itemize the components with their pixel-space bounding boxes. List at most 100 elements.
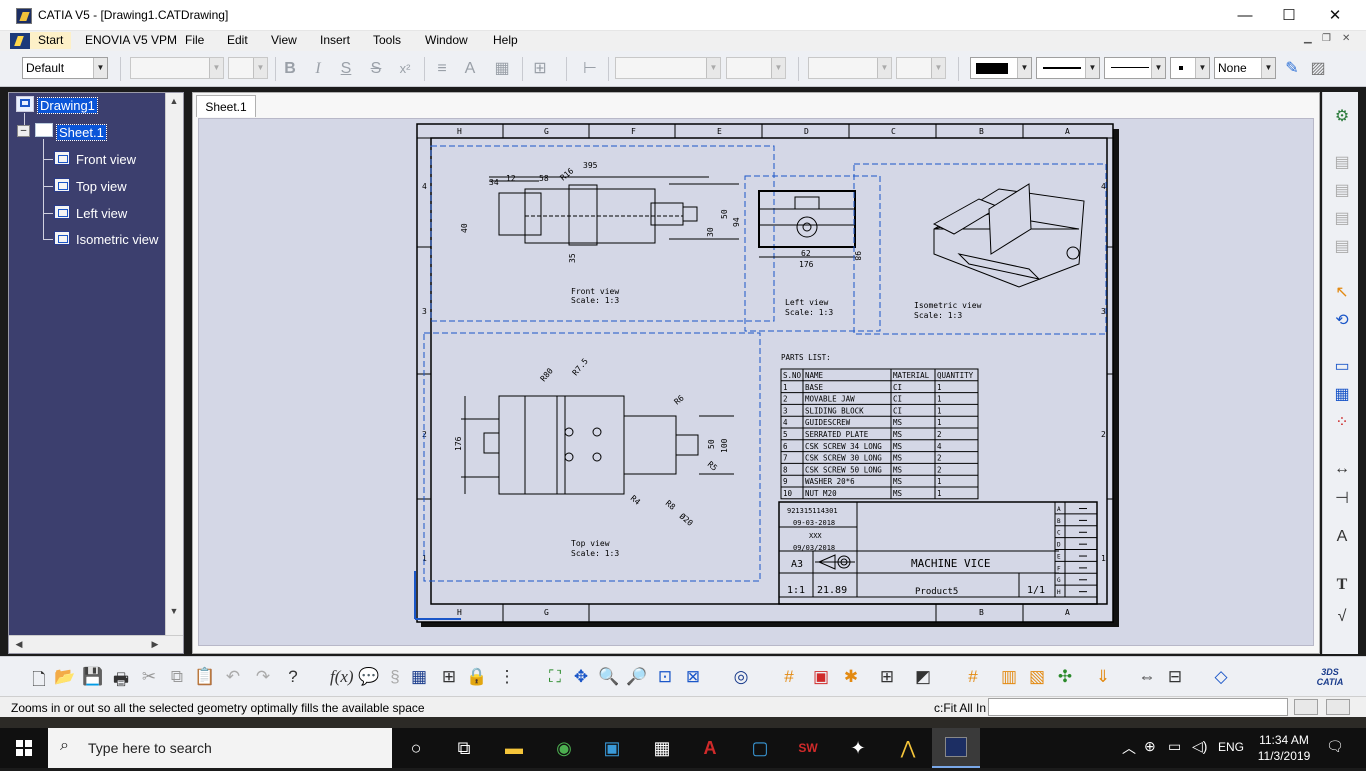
line-thickness-combo[interactable]: ▼ (1036, 57, 1100, 79)
network-icon[interactable]: ⊕ (1144, 738, 1156, 755)
linetype-combo[interactable]: ▼ (1104, 57, 1166, 79)
precision-combo[interactable]: ▼ (896, 57, 946, 79)
superscript-button[interactable]: x² (395, 60, 415, 78)
color-combo[interactable]: ▼ (970, 57, 1032, 79)
sketch-grid-icon[interactable]: # (962, 667, 984, 687)
catia-taskbar-button[interactable] (932, 728, 980, 768)
formula-icon[interactable]: f(x) (330, 667, 354, 687)
export-icon[interactable]: ⊟ (1164, 667, 1186, 687)
catia-app-icon[interactable] (16, 8, 32, 24)
tray-chevron-icon[interactable]: ︿ (1122, 738, 1136, 758)
autocad-icon[interactable]: A (698, 736, 722, 760)
roughness-icon[interactable]: √ (1331, 608, 1353, 626)
menu-enovia[interactable]: ENOVIA V5 VPM (85, 33, 177, 47)
menu-start[interactable]: Start (30, 32, 72, 49)
volume-icon[interactable]: ◁) (1192, 738, 1207, 755)
copy-format-icon[interactable]: ✎ (1282, 60, 1302, 78)
projection-view-icon[interactable]: ▦ (1331, 384, 1353, 404)
style-combo[interactable]: Default ▼ (22, 57, 108, 79)
redo-icon[interactable]: ↷ (252, 667, 274, 687)
pattern-combo[interactable]: None ▼ (1214, 57, 1276, 79)
drawing-canvas[interactable]: H G F E D C B A H G B A 4 3 2 1 4 3 2 1 (198, 118, 1314, 646)
catalog-icon[interactable]: ⊞ (438, 667, 460, 687)
underline-button[interactable]: S (336, 60, 356, 78)
command-input[interactable] (988, 698, 1288, 716)
dress-up-icon[interactable]: ⇓ (1092, 667, 1114, 687)
system-clock[interactable]: 11:34 AM 11/3/2019 (1252, 732, 1316, 764)
position-icon[interactable]: ⇔ (1136, 667, 1158, 687)
new-view-icon[interactable]: ▤ (1331, 236, 1353, 256)
catia-menu-logo[interactable] (10, 33, 30, 49)
mdi-close-button[interactable]: ✕ (1342, 33, 1350, 44)
italic-button[interactable]: I (308, 60, 328, 78)
help-icon[interactable]: ? (282, 667, 304, 687)
maximize-button[interactable]: ☐ (1266, 0, 1312, 31)
lock-icon[interactable]: 🔒 (466, 667, 488, 687)
print-icon[interactable]: 🖶 (110, 667, 132, 696)
mdi-minimize-button[interactable]: ▁ (1304, 33, 1312, 44)
macro-icon[interactable]: § (384, 667, 406, 687)
tree-root-drawing[interactable]: Drawing1 (37, 97, 98, 114)
sketch-icon[interactable]: ⋮ (496, 667, 518, 687)
menu-file[interactable]: File (185, 33, 204, 47)
frame-icon[interactable]: ▦ (492, 60, 512, 78)
table-icon[interactable]: ▦ (408, 667, 430, 687)
menu-help[interactable]: Help (493, 33, 518, 47)
mdi-restore-button[interactable]: ❐ (1322, 33, 1331, 44)
align-icon[interactable]: ≡ (432, 60, 452, 78)
pan-icon[interactable]: ✥ (570, 667, 592, 687)
minimize-button[interactable]: — (1222, 0, 1268, 31)
language-indicator[interactable]: ENG (1218, 740, 1244, 754)
knowledge-icon[interactable]: 💬 (358, 667, 380, 687)
update-icon[interactable]: ▤ (1331, 152, 1353, 172)
tab-sheet-1[interactable]: Sheet.1 (196, 95, 256, 117)
filter-icon[interactable]: ◩ (912, 667, 934, 687)
zoom-out-icon[interactable]: 🔎 (626, 667, 648, 687)
menu-edit[interactable]: Edit (227, 33, 248, 47)
power-input-button[interactable] (1326, 699, 1350, 715)
battery-icon[interactable]: ▭ (1168, 738, 1181, 755)
notification-icon[interactable]: 🗨 (1326, 738, 1344, 755)
collapse-icon[interactable]: – (17, 125, 30, 137)
constraint-icon[interactable]: ✣ (1054, 667, 1076, 687)
numerical-combo[interactable]: ▼ (808, 57, 892, 79)
tree-vertical-scrollbar[interactable]: ▲ ▼ (165, 93, 183, 636)
new-file-icon[interactable]: 🗋 (28, 667, 50, 696)
section-view-icon[interactable]: ⁘ (1331, 412, 1353, 432)
anchor-point-icon[interactable]: ⊞ (530, 60, 550, 78)
grid-icon[interactable]: # (778, 667, 800, 687)
dimension-icon[interactable]: ↔ (1331, 460, 1353, 478)
fit-all-icon[interactable]: ⛶ (544, 667, 566, 687)
zoom-area-icon[interactable]: ⊡ (654, 667, 676, 687)
analysis-display-icon[interactable]: ✱ (840, 667, 862, 687)
solidworks-icon[interactable]: SW (796, 736, 820, 760)
eraser-icon[interactable]: ◇ (1210, 667, 1232, 687)
detail-sheet-icon[interactable]: ▤ (1331, 208, 1353, 228)
windows-start-button[interactable] (0, 728, 48, 768)
tree-horizontal-scrollbar[interactable]: ◀ ▶ (9, 635, 183, 653)
close-button[interactable]: ✕ (1312, 0, 1358, 31)
scroll-down-icon[interactable]: ▼ (166, 606, 182, 616)
command-history-button[interactable] (1294, 699, 1318, 715)
menu-window[interactable]: Window (425, 33, 468, 47)
zoom-in-icon[interactable]: 🔍 (598, 667, 620, 687)
chrome-icon[interactable]: ◉ (552, 736, 576, 760)
store-icon[interactable]: ▣ (600, 736, 624, 760)
menu-tools[interactable]: Tools (373, 33, 401, 47)
text-frame-icon[interactable]: A (460, 60, 480, 78)
font-combo[interactable]: ▼ (130, 57, 224, 79)
dimension-style-icon[interactable]: ⊢ (580, 60, 600, 78)
hatch-icon[interactable]: ▨ (1308, 60, 1328, 78)
paste-icon[interactable]: 📋 (194, 667, 216, 687)
tree-sheet[interactable]: Sheet.1 (56, 124, 107, 141)
geometry-2-icon[interactable]: ▧ (1026, 667, 1048, 687)
app-icon[interactable]: ▢ (748, 736, 772, 760)
drafting-workbench-icon[interactable]: ⚙ (1331, 106, 1353, 126)
rotate-view-icon[interactable]: ⟲ (1331, 310, 1353, 330)
menu-insert[interactable]: Insert (320, 33, 350, 47)
cut-icon[interactable]: ✂ (138, 667, 160, 687)
text-icon[interactable]: A (1331, 528, 1353, 546)
symbol-icon[interactable]: T (1331, 576, 1353, 594)
bold-button[interactable]: B (280, 60, 300, 78)
snap-icon[interactable]: ▣ (810, 667, 832, 687)
